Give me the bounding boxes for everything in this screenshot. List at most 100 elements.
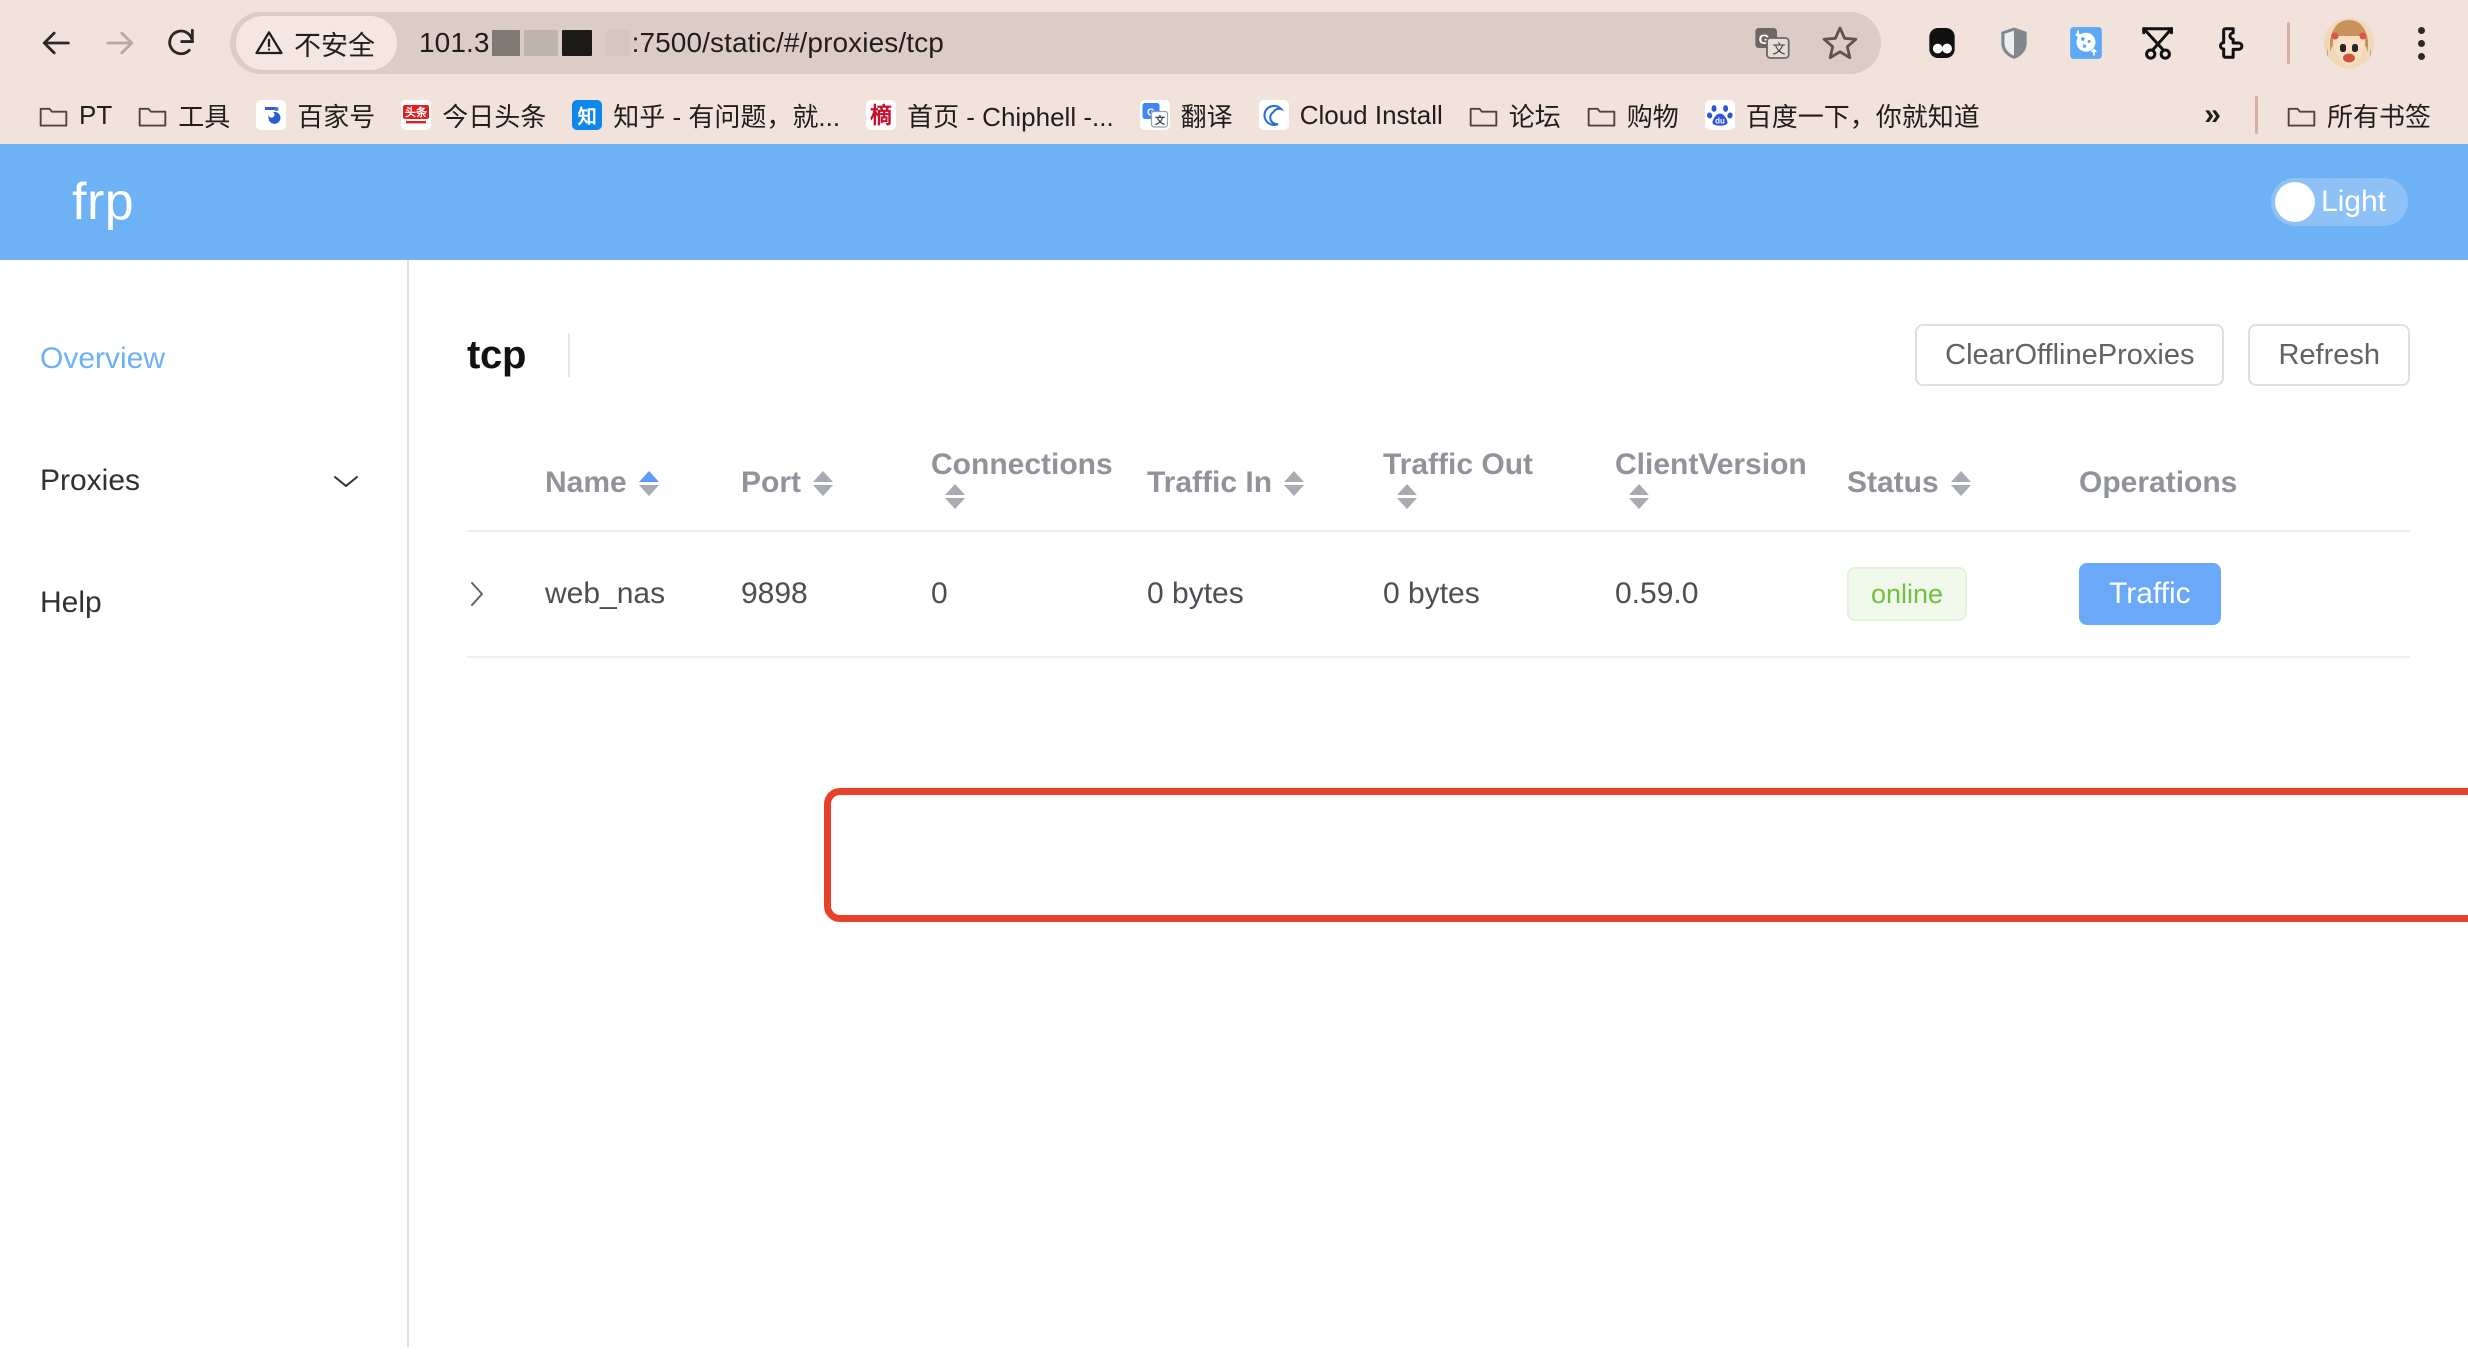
- svg-text:文: 文: [1155, 114, 1166, 127]
- sort-descending-icon: [1951, 485, 1971, 496]
- row-expand-toggle[interactable]: [467, 578, 545, 610]
- sidebar-item-label: Proxies: [40, 464, 140, 498]
- sort-ascending-icon: [639, 471, 659, 482]
- sidebar-item-proxies[interactable]: Proxies: [0, 420, 407, 542]
- column-label: Operations: [2079, 466, 2237, 500]
- bookmark-item[interactable]: G文 翻译: [1127, 91, 1246, 140]
- cell-name: web_nas: [545, 577, 741, 611]
- column-header-connections[interactable]: Connections: [931, 440, 1147, 509]
- sort-descending-icon: [639, 485, 659, 496]
- column-header-port[interactable]: Port: [741, 440, 931, 500]
- bookmark-item[interactable]: 论坛: [1456, 91, 1574, 140]
- address-bar[interactable]: 不安全 101.3 :7500/static/#/proxies/tcp G 文: [230, 12, 1881, 74]
- sidebar-item-help[interactable]: Help: [0, 542, 407, 664]
- kebab-menu-icon[interactable]: [2400, 20, 2442, 66]
- forward-icon: [88, 12, 150, 74]
- bookmark-item[interactable]: PT: [26, 94, 125, 137]
- translate-icon[interactable]: G 文: [1749, 20, 1795, 66]
- cookie-icon[interactable]: [2063, 20, 2109, 66]
- sort-arrows-icon[interactable]: [1629, 484, 1649, 509]
- frp-dashboard: frp Light Overview Proxies Help tcp: [0, 144, 2468, 1347]
- refresh-button[interactable]: Refresh: [2248, 324, 2410, 386]
- url-prefix: 101.3: [419, 27, 490, 59]
- puzzle-icon[interactable]: [2207, 20, 2253, 66]
- column-label: ClientVersion: [1615, 448, 1807, 482]
- bookmark-star-icon[interactable]: [1817, 20, 1863, 66]
- column-header-traffic-out[interactable]: Traffic Out: [1383, 440, 1615, 509]
- bookmark-label: 翻译: [1181, 97, 1233, 134]
- column-header-client-version[interactable]: ClientVersion: [1615, 440, 1847, 509]
- svg-text:du: du: [1715, 117, 1725, 126]
- chiphell-favicon: 樀: [866, 100, 896, 130]
- column-header-name[interactable]: Name: [545, 440, 741, 500]
- sort-arrows-icon[interactable]: [1284, 471, 1304, 496]
- bookmark-item[interactable]: 知 知乎 - 有问题，就...: [559, 91, 853, 140]
- sort-arrows-icon[interactable]: [639, 471, 659, 496]
- bookmarks-overflow-icon[interactable]: »: [2186, 94, 2239, 136]
- svg-text:文: 文: [1772, 42, 1785, 57]
- google-translate-favicon: G文: [1140, 100, 1170, 130]
- url-redaction-block: [492, 30, 520, 56]
- reload-icon[interactable]: [150, 12, 212, 74]
- folder-icon: [138, 103, 167, 128]
- cell-status: online: [1847, 567, 2079, 621]
- bookmark-label: 百家号: [297, 97, 375, 134]
- sidebar: Overview Proxies Help: [0, 260, 409, 1347]
- bookmark-item[interactable]: 工具: [125, 91, 243, 140]
- url-suffix: :7500/static/#/proxies/tcp: [632, 27, 944, 59]
- clear-offline-proxies-button[interactable]: ClearOfflineProxies: [1915, 324, 2224, 386]
- folder-icon: [39, 103, 68, 128]
- extension-dark-icon[interactable]: [1919, 20, 1965, 66]
- profile-avatar[interactable]: [2324, 18, 2374, 68]
- sort-descending-icon: [1397, 498, 1417, 509]
- cell-port: 9898: [741, 577, 931, 611]
- table-row[interactable]: web_nas 9898 0 0 bytes 0 bytes 0.59.0 on…: [467, 532, 2410, 658]
- screenshot-scissors-icon[interactable]: [2135, 20, 2181, 66]
- sort-arrows-icon[interactable]: [1951, 471, 1971, 496]
- toutiao-favicon: 头条: [401, 100, 431, 130]
- sort-ascending-icon: [1951, 471, 1971, 482]
- sort-descending-icon: [1284, 485, 1304, 496]
- cell-traffic-out: 0 bytes: [1383, 577, 1615, 611]
- folder-icon: [2287, 103, 2316, 128]
- site-security-chip[interactable]: 不安全: [236, 16, 397, 70]
- bookmark-item[interactable]: du 百度一下，你就知道: [1692, 91, 1993, 140]
- sidebar-item-label: Overview: [40, 342, 165, 376]
- bookmark-item[interactable]: 樀 首页 - Chiphell -...: [853, 91, 1127, 140]
- bookmarks-overflow-group: » 所有书签: [2186, 91, 2444, 140]
- column-label: Traffic Out: [1383, 448, 1533, 482]
- bookmark-item[interactable]: Cloud Install: [1246, 94, 1456, 137]
- sort-ascending-icon: [813, 471, 833, 482]
- theme-toggle[interactable]: Light: [2271, 178, 2408, 226]
- sort-arrows-icon[interactable]: [813, 471, 833, 496]
- column-header-traffic-in[interactable]: Traffic In: [1147, 440, 1383, 500]
- bookmark-label: 今日头条: [442, 97, 546, 134]
- bookmark-item[interactable]: 百家号: [243, 91, 388, 140]
- all-bookmarks-button[interactable]: 所有书签: [2274, 91, 2444, 140]
- column-label: Connections: [931, 448, 1113, 482]
- sort-arrows-icon[interactable]: [1397, 484, 1417, 509]
- back-icon[interactable]: [26, 12, 88, 74]
- bookmark-item[interactable]: 购物: [1574, 91, 1692, 140]
- main-content: tcp ClearOfflineProxies Refresh Name: [409, 260, 2468, 1347]
- url-redaction-block: [524, 30, 558, 56]
- shield-icon[interactable]: [1991, 20, 2037, 66]
- app-body: Overview Proxies Help tcp ClearOfflinePr…: [0, 260, 2468, 1347]
- translate-glyph: G 文: [1752, 23, 1792, 63]
- sort-ascending-icon: [1284, 471, 1304, 482]
- sort-arrows-icon[interactable]: [945, 484, 965, 509]
- chevron-right-icon: [467, 578, 487, 610]
- sidebar-item-overview[interactable]: Overview: [0, 298, 407, 420]
- baidu-favicon: du: [1705, 100, 1735, 130]
- page-actions: ClearOfflineProxies Refresh: [1915, 324, 2410, 386]
- bookmark-item[interactable]: 头条 今日头条: [388, 91, 559, 140]
- annotation-highlight-rectangle: [824, 788, 2468, 922]
- toolbar-divider: [2287, 22, 2290, 64]
- traffic-button[interactable]: Traffic: [2079, 563, 2221, 625]
- warning-triangle-icon: [254, 28, 284, 58]
- bookmark-label: 首页 - Chiphell -...: [907, 97, 1114, 134]
- zhihu-favicon: 知: [572, 100, 602, 130]
- sort-ascending-icon: [1397, 484, 1417, 495]
- bookmark-label: PT: [79, 100, 112, 131]
- column-header-status[interactable]: Status: [1847, 440, 2079, 500]
